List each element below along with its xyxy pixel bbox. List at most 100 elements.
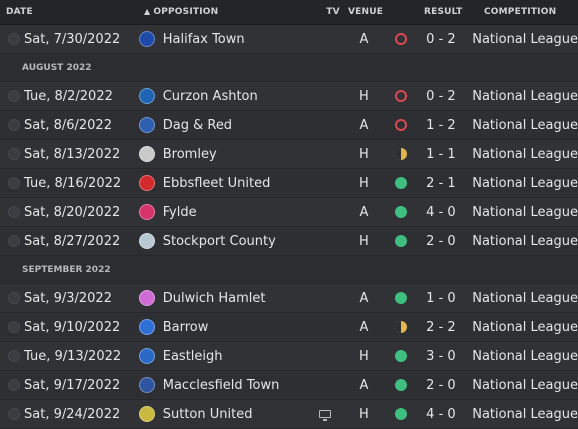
fixture-date: Sat, 7/30/2022	[24, 31, 121, 47]
row-select-icon[interactable]	[8, 206, 20, 218]
match-result[interactable]: 2 - 2	[414, 320, 469, 335]
club-badge-icon	[138, 117, 155, 133]
match-result[interactable]: 2 - 0	[414, 378, 469, 393]
opposition-cell: Macclesfield Town	[135, 377, 311, 393]
competition-name[interactable]: National League	[468, 205, 578, 220]
fixture-row[interactable]: Tue, 9/13/2022 Eastleigh H 3 - 0 National Le…	[0, 342, 578, 371]
column-header-venue[interactable]: VENUE	[348, 7, 398, 17]
row-select-icon[interactable]	[8, 408, 20, 420]
row-select-icon[interactable]	[8, 292, 20, 304]
opposition-name[interactable]: Curzon Ashton	[163, 89, 258, 104]
outcome-cell	[388, 148, 413, 160]
fixture-date: Sat, 9/10/2022	[24, 319, 121, 335]
row-select-icon[interactable]	[8, 350, 20, 362]
outcome-cell	[388, 90, 413, 102]
venue: A	[359, 319, 369, 335]
outcome-cell	[388, 379, 413, 391]
row-select-icon[interactable]	[8, 321, 20, 333]
opposition-name[interactable]: Dag & Red	[163, 118, 232, 133]
venue: H	[359, 406, 369, 422]
row-select-icon[interactable]	[8, 177, 20, 189]
competition-name[interactable]: National League	[468, 407, 578, 422]
opposition-name[interactable]: Sutton United	[163, 407, 253, 422]
column-header-tv[interactable]: TV	[318, 7, 348, 17]
column-header-result[interactable]: RESULT	[424, 7, 480, 17]
match-result[interactable]: 2 - 1	[414, 176, 469, 191]
match-result[interactable]: 0 - 2	[414, 32, 469, 47]
match-result[interactable]: 1 - 2	[414, 118, 469, 133]
fixture-row[interactable]: Sat, 9/24/2022 Sutton United H 4 - 0 Nationa…	[0, 400, 578, 429]
opposition-cell: Eastleigh	[135, 348, 311, 364]
competition-name[interactable]: National League	[468, 378, 578, 393]
match-result[interactable]: 3 - 0	[414, 349, 469, 364]
row-select-icon[interactable]	[8, 90, 20, 102]
row-select-icon[interactable]	[8, 379, 20, 391]
match-result[interactable]: 4 - 0	[414, 407, 469, 422]
opposition-cell: Curzon Ashton	[135, 88, 311, 104]
loss-indicator-icon	[394, 119, 407, 131]
fixture-date-cell: Sat, 9/24/2022	[0, 407, 135, 422]
opposition-name[interactable]: Eastleigh	[163, 349, 223, 364]
competition-name[interactable]: National League	[468, 291, 578, 306]
fixture-row[interactable]: Sat, 8/27/2022 Stockport County H 2 - 0 Nati…	[0, 227, 578, 256]
column-header-competition[interactable]: COMPETITION	[480, 7, 578, 17]
competition-name[interactable]: National League	[468, 147, 578, 162]
opposition-name[interactable]: Halifax Town	[163, 32, 245, 47]
club-badge-icon	[138, 146, 155, 162]
fixture-row[interactable]: Sat, 9/10/2022 Barrow A 2 - 2 National Leagu…	[0, 313, 578, 342]
fixture-date: Sat, 9/3/2022	[24, 290, 112, 306]
match-result[interactable]: 2 - 0	[414, 234, 469, 249]
competition-name[interactable]: National League	[468, 176, 578, 191]
fixture-row[interactable]: Sat, 9/17/2022 Macclesfield Town A 2 - 0 Nat…	[0, 371, 578, 400]
fixture-row[interactable]: Sat, 8/6/2022 Dag & Red A 1 - 2 National Lea…	[0, 111, 578, 140]
match-result[interactable]: 0 - 2	[414, 89, 469, 104]
venue: H	[359, 233, 369, 249]
win-indicator-icon	[394, 292, 407, 304]
fixture-date-cell: Sat, 9/3/2022	[0, 291, 135, 306]
column-header-opposition[interactable]: ▲ OPPOSITION	[138, 7, 318, 17]
competition-name[interactable]: National League	[468, 349, 578, 364]
fixture-date-cell: Sat, 7/30/2022	[0, 32, 135, 47]
column-header-date[interactable]: DATE	[0, 7, 138, 17]
opposition-name[interactable]: Stockport County	[163, 234, 276, 249]
venue: H	[359, 146, 369, 162]
opposition-name[interactable]: Ebbsfleet United	[163, 176, 271, 191]
row-select-icon[interactable]	[8, 235, 20, 247]
club-badge-icon	[138, 377, 155, 393]
venue: H	[359, 88, 369, 104]
table-header: DATE ▲ OPPOSITION TV VENUE RESULT COMPETI…	[0, 0, 578, 25]
competition-name[interactable]: National League	[468, 118, 578, 133]
row-select-icon[interactable]	[8, 119, 20, 131]
fixture-date-cell: Tue, 9/13/2022	[0, 349, 135, 364]
competition-name[interactable]: National League	[468, 234, 578, 249]
competition-name[interactable]: National League	[468, 32, 578, 47]
venue: A	[359, 290, 369, 306]
match-result[interactable]: 1 - 0	[414, 291, 469, 306]
opposition-cell: Bromley	[135, 146, 311, 162]
fixture-row[interactable]: Sat, 8/20/2022 Fylde A 4 - 0 National League	[0, 198, 578, 227]
draw-indicator-icon	[394, 321, 407, 333]
win-indicator-icon	[394, 350, 407, 362]
opposition-name[interactable]: Macclesfield Town	[163, 378, 280, 393]
opposition-name[interactable]: Dulwich Hamlet	[163, 291, 266, 306]
win-indicator-icon	[394, 235, 407, 247]
match-result[interactable]: 4 - 0	[414, 205, 469, 220]
fixture-row[interactable]: Tue, 8/16/2022 Ebbsfleet United H 2 - 1 Nati…	[0, 169, 578, 198]
opposition-name[interactable]: Barrow	[163, 320, 209, 335]
fixture-row[interactable]: Sat, 8/13/2022 Bromley H 1 - 1 National Leag…	[0, 140, 578, 169]
month-section-header: AUGUST 2022	[0, 54, 578, 82]
competition-name[interactable]: National League	[468, 89, 578, 104]
row-select-icon[interactable]	[8, 148, 20, 160]
opposition-name[interactable]: Fylde	[163, 205, 197, 220]
opposition-name[interactable]: Bromley	[163, 147, 217, 162]
club-badge-icon	[138, 31, 155, 47]
fixture-row[interactable]: Sat, 7/30/2022 Halifax Town A 0 - 2 National…	[0, 25, 578, 54]
fixture-date-cell: Sat, 8/13/2022	[0, 147, 135, 162]
fixture-row[interactable]: Sat, 9/3/2022 Dulwich Hamlet A 1 - 0 Nationa…	[0, 284, 578, 313]
row-select-icon[interactable]	[8, 33, 20, 45]
fixture-row[interactable]: Tue, 8/2/2022 Curzon Ashton H 0 - 2 National…	[0, 82, 578, 111]
match-result[interactable]: 1 - 1	[414, 147, 469, 162]
fixture-list: Sat, 7/30/2022 Halifax Town A 0 - 2 National…	[0, 25, 578, 429]
competition-name[interactable]: National League	[468, 320, 578, 335]
tv-icon	[318, 410, 331, 421]
